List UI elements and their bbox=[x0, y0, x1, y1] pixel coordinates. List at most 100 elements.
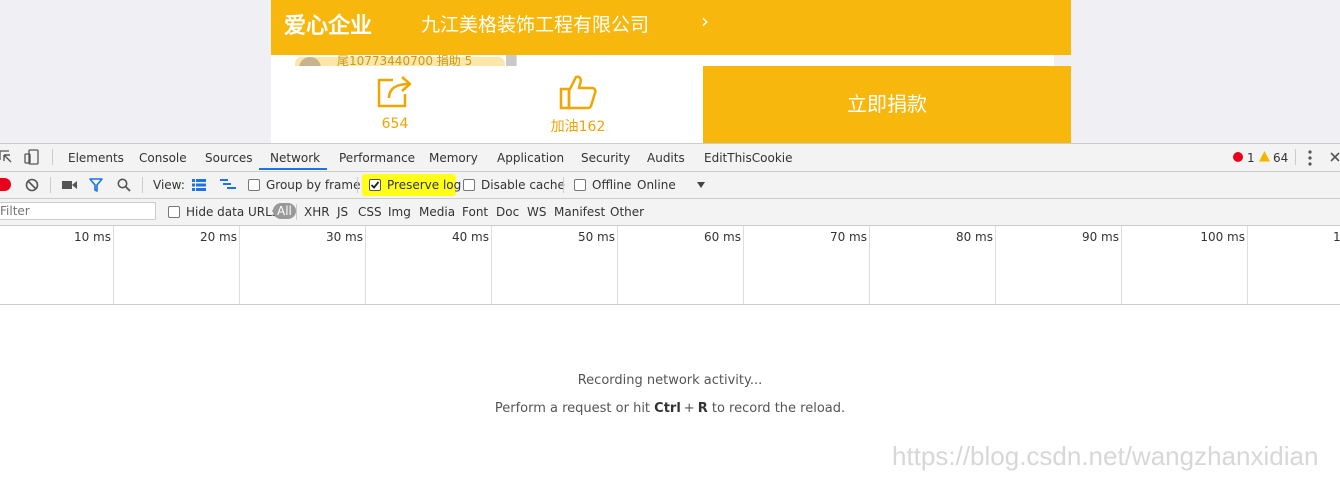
large-rows-icon[interactable] bbox=[192, 179, 206, 191]
share-icon bbox=[377, 76, 412, 108]
divider bbox=[50, 177, 51, 193]
tick-label: 70 ms bbox=[829, 230, 867, 244]
preserve-log-checkbox[interactable] bbox=[369, 179, 381, 191]
tab-editthiscookie[interactable]: EditThisCookie bbox=[704, 151, 793, 165]
active-tab-indicator bbox=[259, 168, 327, 170]
dropdown-arrow-icon[interactable] bbox=[697, 182, 705, 188]
timeline-tick: 40 ms bbox=[366, 226, 492, 304]
divider bbox=[52, 149, 53, 165]
error-count[interactable]: 1 bbox=[1247, 151, 1255, 165]
tab-sources[interactable]: Sources bbox=[205, 151, 252, 165]
error-icon[interactable] bbox=[1233, 152, 1243, 162]
share-count: 654 bbox=[381, 116, 409, 132]
capture-screenshots-icon[interactable] bbox=[62, 180, 77, 190]
type-filter-all[interactable]: All bbox=[273, 203, 296, 219]
warning-count[interactable]: 64 bbox=[1273, 151, 1288, 165]
tab-audits[interactable]: Audits bbox=[647, 151, 685, 165]
tick-label: 10 ms bbox=[73, 230, 111, 244]
like-count: 加油162 bbox=[550, 119, 606, 135]
type-filter-media[interactable]: Media bbox=[419, 205, 455, 219]
group-by-frame-checkbox[interactable] bbox=[248, 179, 260, 191]
type-filter-css[interactable]: CSS bbox=[358, 205, 382, 219]
warning-icon[interactable] bbox=[1259, 151, 1270, 162]
timeline-tick: 100 ms bbox=[1122, 226, 1248, 304]
timeline-tick: 20 ms bbox=[114, 226, 240, 304]
brand-title: 爱心企业 bbox=[284, 14, 373, 39]
watermark: https://blog.csdn.net/wangzhanxidian bbox=[892, 441, 1319, 471]
timeline-tick: 50 ms bbox=[492, 226, 618, 304]
timeline-tick: 10 ms bbox=[0, 226, 114, 304]
group-by-frame-label[interactable]: Group by frame bbox=[266, 178, 360, 192]
tab-memory[interactable]: Memory bbox=[429, 151, 478, 165]
tick-label: 30 ms bbox=[325, 230, 363, 244]
record-icon[interactable] bbox=[0, 178, 11, 191]
share-button[interactable]: 654 bbox=[371, 72, 419, 132]
reload-hint-prefix: Perform a request or hit bbox=[494, 401, 655, 416]
hide-data-urls-checkbox[interactable] bbox=[168, 206, 180, 218]
type-filter-manifest[interactable]: Manifest bbox=[554, 205, 605, 219]
like-button[interactable]: 加油162 bbox=[543, 72, 613, 136]
inspect-element-icon[interactable] bbox=[0, 150, 12, 164]
tick-label: 50 ms bbox=[577, 230, 615, 244]
network-overview-timeline[interactable]: 10 ms 20 ms 30 ms 40 ms 50 ms 60 ms 70 m… bbox=[0, 226, 1340, 305]
type-filter-font[interactable]: Font bbox=[462, 205, 488, 219]
tick-label: 90 ms bbox=[1081, 230, 1119, 244]
devtools-tab-bar: Elements Console Sources Network Perform… bbox=[0, 144, 1340, 172]
r-key: R bbox=[697, 401, 708, 416]
scrollbar[interactable] bbox=[506, 55, 516, 66]
tick-label: 80 ms bbox=[955, 230, 993, 244]
chevron-right-icon[interactable]: › bbox=[701, 9, 709, 33]
waterfall-overview-icon[interactable] bbox=[220, 179, 236, 191]
timeline-tick: 60 ms bbox=[618, 226, 744, 304]
devtools-panel: Elements Console Sources Network Perform… bbox=[0, 143, 1340, 483]
filter-bar: Hide data URLs All XHR JS CSS Img Media … bbox=[0, 199, 1340, 226]
type-filter-xhr[interactable]: XHR bbox=[304, 205, 330, 219]
device-toolbar-icon[interactable] bbox=[24, 149, 40, 165]
disable-cache-label[interactable]: Disable cache bbox=[481, 178, 565, 192]
tick-label: 1 bbox=[1333, 230, 1340, 244]
more-options-icon[interactable] bbox=[1306, 150, 1314, 166]
offline-label[interactable]: Offline bbox=[592, 178, 631, 192]
tab-network[interactable]: Network bbox=[270, 151, 320, 165]
offline-checkbox[interactable] bbox=[574, 179, 586, 191]
tick-label: 60 ms bbox=[703, 230, 741, 244]
type-filter-doc[interactable]: Doc bbox=[496, 205, 519, 219]
tick-label: 40 ms bbox=[451, 230, 489, 244]
action-bar: 654 加油162 立即捐款 bbox=[271, 66, 1071, 143]
network-toolbar: View: Group by frame Preserve log Disabl… bbox=[0, 172, 1340, 199]
tab-console[interactable]: Console bbox=[139, 151, 187, 165]
disable-cache-checkbox[interactable] bbox=[463, 179, 475, 191]
thumbs-up-icon bbox=[559, 75, 597, 110]
type-filter-js[interactable]: JS bbox=[337, 205, 348, 219]
tab-elements[interactable]: Elements bbox=[68, 151, 124, 165]
tab-application[interactable]: Application bbox=[497, 151, 564, 165]
type-filter-img[interactable]: Img bbox=[388, 205, 411, 219]
filter-icon[interactable] bbox=[89, 178, 103, 192]
enterprise-banner[interactable]: 爱心企业 九江美格装饰工程有限公司 › bbox=[271, 0, 1071, 55]
tab-security[interactable]: Security bbox=[581, 151, 630, 165]
preserve-log-label[interactable]: Preserve log bbox=[387, 178, 461, 192]
filter-input[interactable] bbox=[0, 202, 156, 220]
content-panel bbox=[516, 55, 1055, 66]
donor-strip: 尾10773440700 捐助 5 bbox=[271, 55, 1071, 66]
web-page: 爱心企业 九江美格装饰工程有限公司 › 尾10773440700 捐助 5 65… bbox=[0, 0, 1340, 143]
recording-message: Recording network activity... bbox=[577, 373, 763, 388]
clear-icon[interactable] bbox=[25, 178, 39, 192]
timeline-tick: 70 ms bbox=[744, 226, 870, 304]
tab-performance[interactable]: Performance bbox=[339, 151, 415, 165]
search-icon[interactable] bbox=[117, 178, 131, 192]
divider bbox=[563, 177, 564, 193]
hide-data-urls-label[interactable]: Hide data URLs bbox=[186, 205, 278, 219]
company-name[interactable]: 九江美格装饰工程有限公司 bbox=[421, 10, 649, 37]
type-filter-ws[interactable]: WS bbox=[527, 205, 546, 219]
type-filter-other[interactable]: Other bbox=[610, 205, 644, 219]
donor-text: 尾10773440700 捐助 5 bbox=[337, 55, 473, 66]
throttling-select[interactable]: Online bbox=[637, 178, 676, 192]
divider bbox=[357, 177, 358, 193]
view-label: View: bbox=[153, 178, 185, 192]
divider bbox=[1295, 149, 1296, 165]
page-gutter bbox=[1054, 55, 1071, 66]
donate-button[interactable]: 立即捐款 bbox=[703, 66, 1071, 143]
ctrl-key: Ctrl bbox=[654, 401, 681, 416]
close-icon[interactable] bbox=[1330, 152, 1340, 162]
